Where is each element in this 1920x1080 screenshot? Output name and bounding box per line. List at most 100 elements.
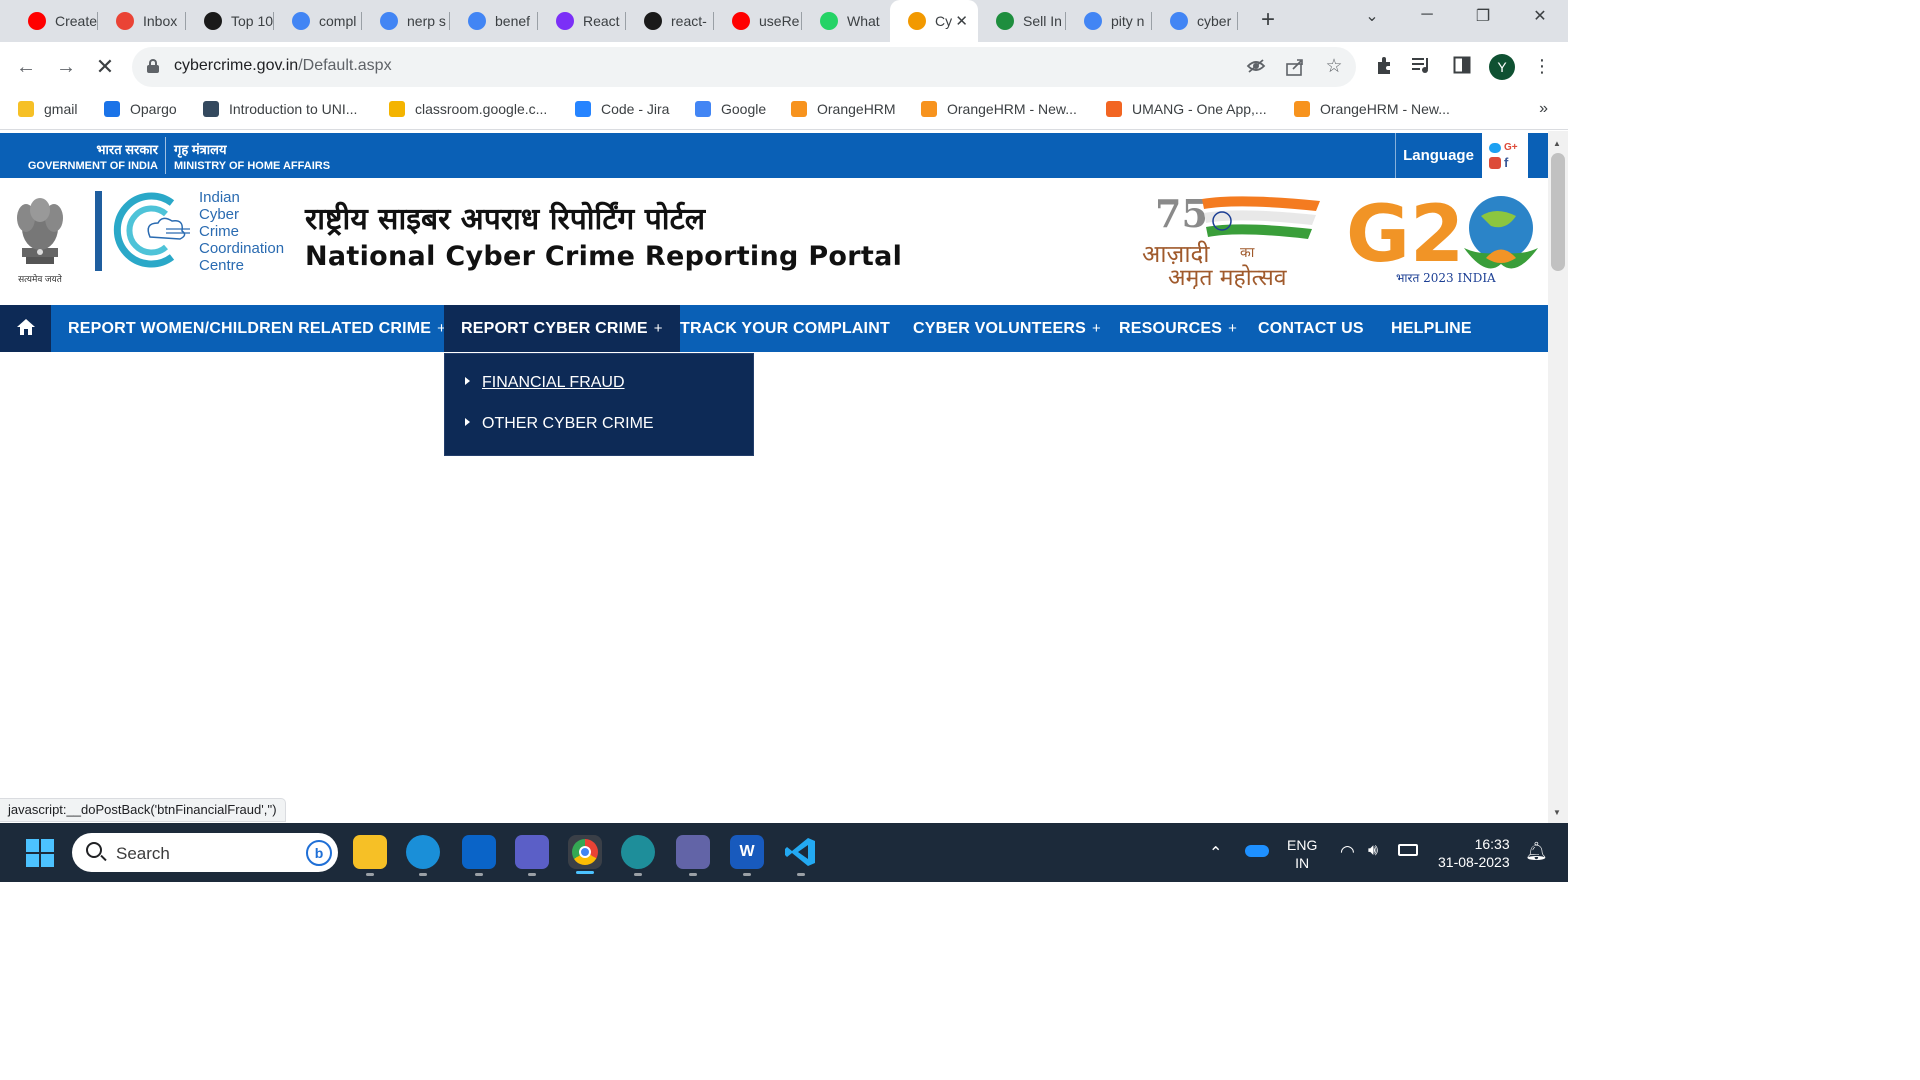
stop-loading-icon[interactable]: ✕ (93, 55, 117, 79)
nav-item[interactable]: TRACK YOUR COMPLAINT (663, 305, 907, 352)
edge-icon[interactable] (406, 835, 440, 869)
share-icon[interactable] (1285, 58, 1305, 81)
nav-label: REPORT WOMEN/CHILDREN RELATED CRIME (68, 320, 432, 337)
lock-icon[interactable] (147, 59, 159, 73)
browser-tab[interactable]: React (538, 0, 626, 42)
scroll-thumb[interactable] (1551, 153, 1565, 271)
running-indicator (689, 873, 697, 876)
national-emblem-logo[interactable]: सत्यमेव जयते (12, 188, 68, 288)
minimize-icon[interactable]: ─ (1412, 6, 1442, 24)
url-text[interactable]: cybercrime.gov.in/Default.aspx (174, 57, 392, 75)
browser-tab[interactable]: What (802, 0, 890, 42)
clock[interactable]: 16:33 31-08-2023 (1438, 835, 1510, 871)
browser-tab[interactable]: nerp s (362, 0, 450, 42)
chrome-icon[interactable] (568, 835, 602, 869)
side-panel-icon[interactable] (1450, 56, 1474, 79)
dropdown-item[interactable]: OTHER CYBER CRIME (465, 415, 654, 433)
nav-item[interactable]: CONTACT US (1241, 305, 1381, 352)
tab-title: Top 10 (231, 13, 274, 29)
bookmark-item[interactable]: gmail (18, 101, 77, 117)
forward-arrow-icon[interactable]: → (54, 55, 78, 79)
address-bar[interactable]: cybercrime.gov.in/Default.aspx ☆ (132, 47, 1356, 87)
bookmark-item[interactable]: UMANG - One App,... (1106, 101, 1267, 117)
nav-item[interactable]: REPORT CYBER CRIME + (444, 305, 680, 352)
nav-item[interactable]: CYBER VOLUNTEERS + (896, 305, 1118, 352)
browser-tab[interactable]: benef (450, 0, 538, 42)
wifi-icon[interactable]: ◠ (1340, 842, 1355, 862)
running-indicator (797, 873, 805, 876)
bookmark-item[interactable]: Introduction to UNI... (203, 101, 357, 117)
media-queue-icon[interactable] (1409, 56, 1433, 79)
bookmark-item[interactable]: OrangeHRM - New... (1294, 101, 1450, 117)
close-tab-icon[interactable]: ✕ (955, 12, 968, 30)
nav-item[interactable]: RESOURCES + (1102, 305, 1254, 352)
more-bookmarks-chevron[interactable]: » (1539, 100, 1548, 118)
dropdown-item[interactable]: FINANCIAL FRAUD (465, 374, 625, 392)
report-cyber-crime-dropdown: FINANCIAL FRAUD OTHER CYBER CRIME (444, 353, 754, 456)
teams-icon[interactable] (676, 835, 710, 869)
browser-tab[interactable]: compl (274, 0, 362, 42)
bookmark-label: Code - Jira (601, 101, 670, 117)
new-tab-button[interactable]: + (1255, 8, 1281, 34)
browser-tab[interactable]: Top 10 (186, 0, 274, 42)
restore-icon[interactable]: ❐ (1468, 6, 1498, 26)
tab-search-icon[interactable]: ⌄ (1357, 6, 1387, 26)
bookmark-item[interactable]: OrangeHRM - New... (921, 101, 1077, 117)
battery-icon[interactable] (1398, 844, 1418, 856)
browser-tab[interactable]: cyber (1152, 0, 1238, 42)
windows-start-icon[interactable] (26, 839, 54, 867)
back-arrow-icon[interactable]: ← (14, 55, 38, 79)
scroll-down-arrow[interactable]: ▼ (1553, 808, 1561, 817)
government-of-india[interactable]: भारत सरकार GOVERNMENT OF INDIA (18, 140, 158, 172)
google-plus-icon[interactable]: G+ (1504, 142, 1518, 153)
i4c-logo[interactable] (92, 189, 192, 277)
youtube-icon[interactable] (1489, 157, 1501, 169)
browser-tab[interactable]: Create (10, 0, 98, 42)
browser-tab[interactable]: useRe (714, 0, 802, 42)
gmail-icon (116, 12, 134, 30)
tab-title: Cy (935, 13, 953, 29)
bookmark-item[interactable]: classroom.google.c... (389, 101, 547, 117)
browser-tab[interactable]: Sell In (978, 0, 1066, 42)
scroll-up-arrow[interactable]: ▲ (1553, 139, 1561, 148)
onedrive-icon[interactable] (1245, 845, 1269, 857)
social-links[interactable]: G+ f (1482, 133, 1528, 178)
browser-tab[interactable]: Cy ✕ (890, 0, 978, 42)
edge-dev-icon[interactable] (621, 835, 655, 869)
home-button[interactable] (0, 305, 51, 352)
extensions-icon[interactable] (1372, 56, 1396, 81)
file-explorer-icon[interactable] (353, 835, 387, 869)
nav-item[interactable]: HELPLINE (1374, 305, 1489, 352)
facebook-icon[interactable]: f (1504, 155, 1508, 170)
page-scrollbar[interactable]: ▲ ▼ (1548, 131, 1568, 823)
bookmark-item[interactable]: Google (695, 101, 766, 117)
notification-bell-icon[interactable]: 🔔︎ (1525, 841, 1548, 862)
browser-tab[interactable]: react- (626, 0, 714, 42)
eye-off-icon[interactable] (1246, 58, 1266, 79)
g20-logo[interactable]: G2 भारत 2023 INDIA (1346, 186, 1541, 291)
menu-dots-icon[interactable]: ⋮ (1530, 56, 1554, 77)
tab-title: compl (319, 13, 357, 29)
word-icon[interactable]: W (730, 835, 764, 869)
nav-item[interactable]: REPORT WOMEN/CHILDREN RELATED CRIME + (51, 305, 463, 352)
language-selector[interactable]: Language (1395, 133, 1481, 178)
bing-icon[interactable]: b (306, 840, 332, 866)
outlook-icon[interactable] (462, 835, 496, 869)
bookmark-item[interactable]: Opargo (104, 101, 177, 117)
bookmark-star-icon[interactable]: ☆ (1324, 55, 1344, 78)
volume-icon[interactable]: 🔊︎ (1368, 842, 1378, 860)
browser-tab[interactable]: Inbox (98, 0, 186, 42)
vscode-icon[interactable] (784, 835, 818, 869)
bookmark-item[interactable]: Code - Jira (575, 101, 669, 117)
close-window-icon[interactable]: ✕ (1525, 6, 1555, 26)
ministry-home-affairs[interactable]: गृह मंत्रालय MINISTRY OF HOME AFFAIRS (174, 140, 330, 172)
azadi-ka-amrit-mahotsav-logo[interactable]: 75 आज़ादी का अमृत महोत्सव (1140, 189, 1340, 292)
bookmark-item[interactable]: OrangeHRM (791, 101, 896, 117)
twitter-icon[interactable] (1489, 143, 1501, 153)
taskbar-search[interactable]: Search b (72, 833, 338, 872)
input-language[interactable]: ENG IN (1287, 836, 1317, 872)
profile-avatar[interactable]: Y (1489, 54, 1515, 80)
teams-new-icon[interactable] (515, 835, 549, 869)
browser-tab[interactable]: pity n (1066, 0, 1152, 42)
show-hidden-icons-chevron[interactable]: ⌃ (1209, 843, 1222, 863)
